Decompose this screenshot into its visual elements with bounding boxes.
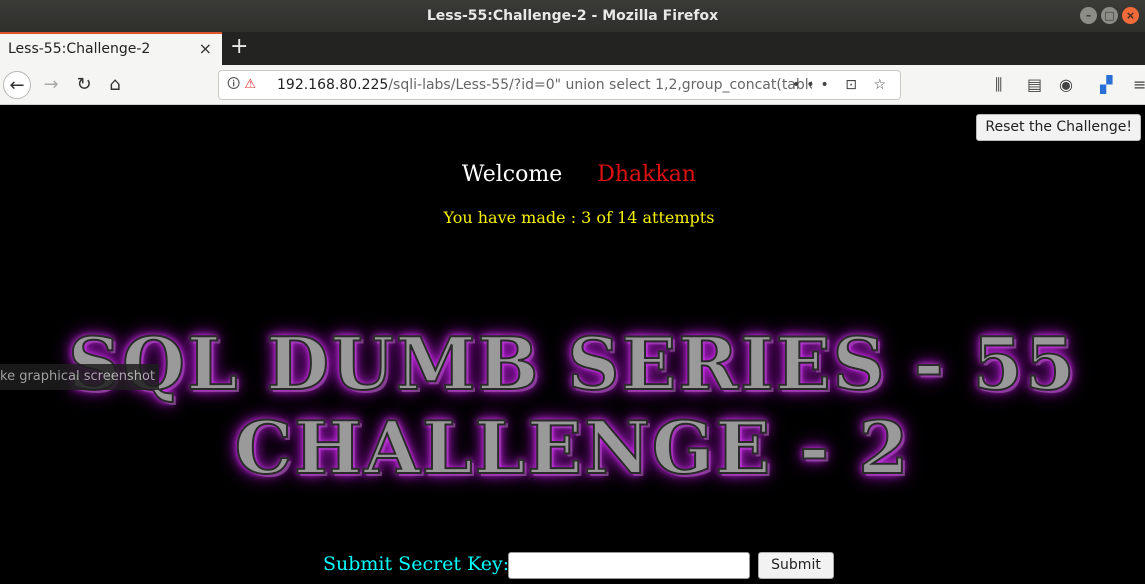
tab-less55[interactable]: Less-55:Challenge-2 × <box>0 32 222 65</box>
url-path: /sqli-labs/Less-55/?id=0" union select 1… <box>388 77 812 93</box>
insecure-lock-icon: ⚠ <box>244 77 257 92</box>
pocket-icon[interactable]: ⊡ <box>845 77 863 93</box>
extensions-icon[interactable]: ▞ <box>1100 71 1112 99</box>
url-bar[interactable]: 🛈 ⚠ 192.168.80.225/sqli-labs/Less-55/?id… <box>218 70 901 100</box>
banner-subtitle-line: CHALLENGE - 2 <box>234 405 911 491</box>
page-actions-menu-icon[interactable]: ••• <box>792 77 835 93</box>
maximize-icon[interactable]: □ <box>1101 7 1118 24</box>
secret-key-input[interactable] <box>508 552 750 579</box>
submit-button[interactable]: Submit <box>758 552 834 579</box>
new-tab-icon[interactable]: + <box>230 34 248 60</box>
window-titlebar: Less-55:Challenge-2 - Mozilla Firefox – … <box>0 0 1145 32</box>
secret-key-form: Submit Secret Key: Submit <box>0 551 1145 581</box>
page-actions: ••• ⊡ ☆ <box>792 71 892 99</box>
welcome-word: Welcome <box>461 162 563 187</box>
site-info-icon[interactable]: 🛈 ⚠ <box>227 71 256 99</box>
navigation-bar: ← → ↻ ⌂ 🛈 ⚠ 192.168.80.225/sqli-labs/Les… <box>0 65 1145 105</box>
sidebar-icon[interactable]: ▤ <box>1027 71 1042 99</box>
reload-icon[interactable]: ↻ <box>70 71 98 99</box>
tab-label: Less-55:Challenge-2 <box>8 41 151 57</box>
minimize-icon[interactable]: – <box>1080 7 1097 24</box>
reset-challenge-button[interactable]: Reset the Challenge! <box>976 114 1141 141</box>
window-controls: – □ × <box>1080 7 1139 24</box>
challenge-banner: SQL DUMB SERIES - 55 CHALLENGE - 2 <box>0 321 1145 491</box>
close-window-icon[interactable]: × <box>1122 7 1139 24</box>
tab-strip: Less-55:Challenge-2 × + <box>0 32 1145 65</box>
forward-arrow-icon[interactable]: → <box>37 71 65 99</box>
secret-key-label: Submit Secret Key: <box>323 553 510 575</box>
url-host: 192.168.80.225 <box>277 77 389 93</box>
welcome-line: Welcome Dhakkan <box>0 162 1145 187</box>
library-icon[interactable]: ⫼ <box>995 71 1002 99</box>
account-icon[interactable]: ◉ <box>1059 71 1073 99</box>
url-text[interactable]: 192.168.80.225/sqli-labs/Less-55/?id=0" … <box>277 71 812 99</box>
tab-close-icon[interactable]: × <box>199 34 212 64</box>
page-content: Reset the Challenge! Welcome Dhakkan You… <box>0 105 1145 584</box>
back-arrow-icon[interactable]: ← <box>3 71 31 99</box>
window-title: Less-55:Challenge-2 - Mozilla Firefox <box>426 8 719 24</box>
attempts-counter: You have made : 3 of 14 attempts <box>443 208 715 227</box>
home-icon[interactable]: ⌂ <box>101 71 129 99</box>
screenshot-tooltip: ke graphical screenshot <box>0 364 159 390</box>
welcome-username: Dhakkan <box>597 162 697 187</box>
bookmark-star-icon[interactable]: ☆ <box>873 77 892 93</box>
hamburger-menu-icon[interactable]: ≡ <box>1133 71 1145 99</box>
banner-title-line: SQL DUMB SERIES - 55 <box>67 321 1077 407</box>
